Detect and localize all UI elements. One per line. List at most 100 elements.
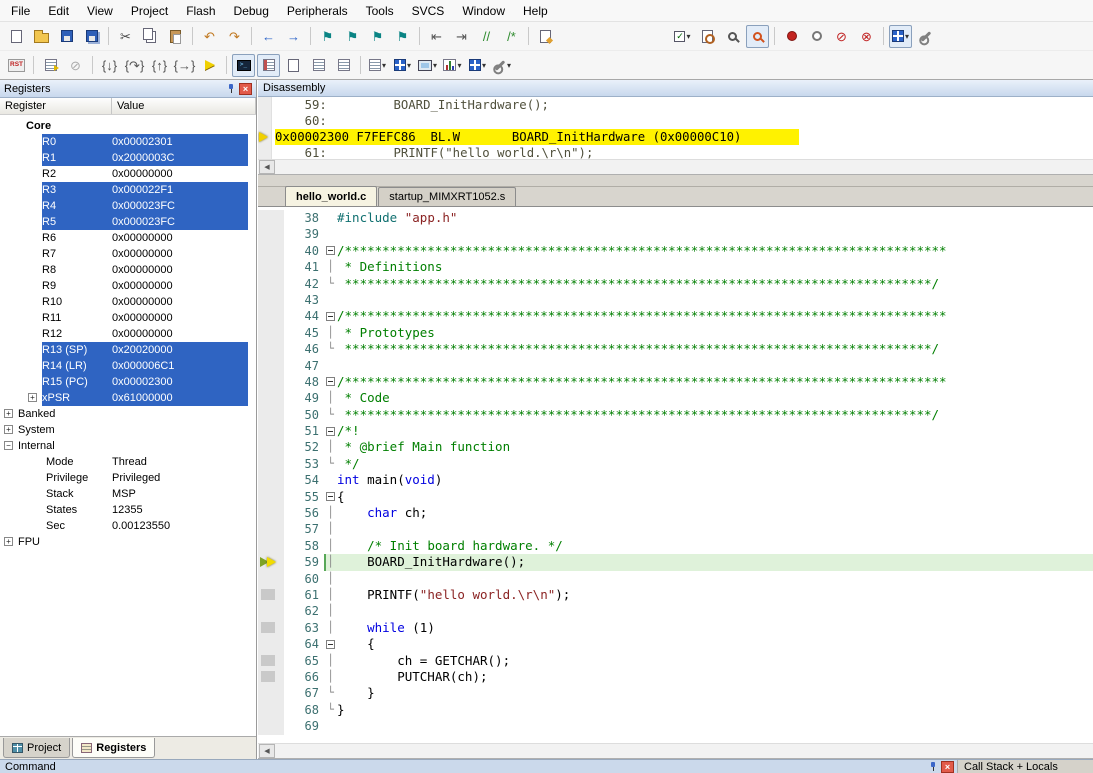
register-row-r14-lr[interactable]: R14 (LR)0x000006C1 [0,358,256,374]
register-row-xpsr[interactable]: +xPSR0x61000000 [0,390,256,406]
fold-collapse-icon[interactable] [324,243,337,259]
run-to-cursor-button[interactable]: {→} [173,54,196,77]
register-row-states[interactable]: States12355 [0,502,256,518]
menu-item-debug[interactable]: Debug [225,1,278,21]
editor-margin[interactable] [258,341,284,357]
editor-margin[interactable] [258,554,284,570]
code-line-68[interactable]: 68└} [258,702,1093,718]
register-row-r9[interactable]: R90x00000000 [0,278,256,294]
expander-icon[interactable]: + [4,537,13,546]
disassembly-line[interactable]: 0x00002300 F7FEFC86 BL.W BOARD_InitHardw… [258,129,1093,145]
editor-margin[interactable] [258,439,284,455]
editor-margin[interactable] [258,571,284,587]
code-line-44[interactable]: 44/*************************************… [258,308,1093,324]
step-out-button[interactable]: {↑} [148,54,171,77]
editor-margin[interactable] [258,358,284,374]
expander-icon[interactable]: + [4,409,13,418]
editor-margin[interactable] [258,685,284,701]
comment-selection-button[interactable]: // [475,25,498,48]
register-row-r1[interactable]: R10x2000003C [0,150,256,166]
code-line-47[interactable]: 47 [258,358,1093,374]
editor-hscrollbar[interactable] [258,743,1093,759]
register-row-mode[interactable]: ModeThread [0,454,256,470]
code-line-38[interactable]: 38#include "app.h" [258,210,1093,226]
code-line-60[interactable]: 60│ [258,571,1093,587]
code-editor[interactable]: 38#include "app.h"3940/*****************… [258,207,1093,743]
indent-left-button[interactable]: ⇤ [425,25,448,48]
scroll-left-icon[interactable] [259,160,275,174]
editor-margin[interactable] [258,636,284,652]
menu-item-tools[interactable]: Tools [357,1,403,21]
new-file-button[interactable] [5,25,28,48]
options-checkbox-dropdown[interactable]: ▾ [671,25,694,48]
reset-button[interactable]: RST [5,54,28,77]
register-row-r8[interactable]: R80x00000000 [0,262,256,278]
tab-registers[interactable]: Registers [72,738,155,758]
code-line-53[interactable]: 53└ */ [258,456,1093,472]
register-row-sec[interactable]: Sec0.00123550 [0,518,256,534]
navigate-forward-button[interactable]: → [282,25,305,48]
expander-icon[interactable]: + [4,425,13,434]
column-header-register[interactable]: Register [0,98,112,114]
code-line-55[interactable]: 55{ [258,489,1093,505]
step-into-button[interactable]: {↓} [98,54,121,77]
code-line-40[interactable]: 40/*************************************… [258,243,1093,259]
expander-icon[interactable]: + [28,393,37,402]
memory-windows-dropdown[interactable]: ▾ [391,54,414,77]
register-row-fpu[interactable]: +FPU [0,534,256,550]
editor-margin[interactable] [258,407,284,423]
editor-margin[interactable] [258,292,284,308]
code-line-67[interactable]: 67└ } [258,685,1093,701]
menu-item-help[interactable]: Help [514,1,557,21]
fold-collapse-icon[interactable] [324,374,337,390]
close-icon[interactable] [239,83,252,95]
editor-margin[interactable] [258,538,284,554]
disassembly-content[interactable]: 59: BOARD_InitHardware(); 60: 0x00002300… [258,97,1093,159]
editor-margin[interactable] [258,210,284,226]
bookmark-clear-all-button[interactable]: ⚑ [391,25,414,48]
editor-margin[interactable] [258,620,284,636]
disassembly-line[interactable]: 59: BOARD_InitHardware(); [258,97,1093,113]
register-row-internal[interactable]: −Internal [0,438,256,454]
register-row-core[interactable]: Core [0,118,256,134]
code-line-61[interactable]: 61│ PRINTF("hello world.\r\n"); [258,587,1093,603]
code-line-63[interactable]: 63│ while (1) [258,620,1093,636]
code-line-48[interactable]: 48/*************************************… [258,374,1093,390]
registers-window-button[interactable] [307,54,330,77]
kill-all-breakpoints-button[interactable]: ⊗ [855,25,878,48]
disassembly-hscrollbar[interactable] [258,159,1093,175]
register-row-stack[interactable]: StackMSP [0,486,256,502]
editor-margin[interactable] [258,505,284,521]
bookmark-previous-button[interactable]: ⚑ [341,25,364,48]
fold-collapse-icon[interactable] [324,308,337,324]
disassembly-window-button[interactable] [257,54,280,77]
uncomment-selection-button[interactable]: /* [500,25,523,48]
find-button[interactable] [721,25,744,48]
code-line-64[interactable]: 64 { [258,636,1093,652]
configuration-button[interactable] [914,25,937,48]
copy-button[interactable] [139,25,162,48]
register-row-r13-sp[interactable]: R13 (SP)0x20020000 [0,342,256,358]
window-views-dropdown[interactable]: ▾ [889,25,912,48]
editor-tab-hello-world-c[interactable]: hello_world.c [285,186,377,206]
fold-collapse-icon[interactable] [324,489,337,505]
code-line-41[interactable]: 41│ * Definitions [258,259,1093,275]
register-row-r10[interactable]: R100x00000000 [0,294,256,310]
register-row-privilege[interactable]: PrivilegePrivileged [0,470,256,486]
symbols-window-button[interactable] [282,54,305,77]
panel-splitter[interactable] [258,175,1093,187]
close-icon[interactable] [941,761,954,773]
disassembly-line[interactable]: 60: [258,113,1093,129]
call-stack-window-button[interactable] [332,54,355,77]
insert-breakpoint-button[interactable] [780,25,803,48]
code-line-46[interactable]: 46└ ************************************… [258,341,1093,357]
register-row-banked[interactable]: +Banked [0,406,256,422]
toolbox-dropdown[interactable]: ▾ [491,54,514,77]
code-line-51[interactable]: 51/*! [258,423,1093,439]
editor-margin[interactable] [258,390,284,406]
editor-margin[interactable] [258,308,284,324]
stop-button[interactable]: ⊘ [64,54,87,77]
expander-icon[interactable]: − [4,441,13,450]
fold-collapse-icon[interactable] [324,636,337,652]
register-row-r11[interactable]: R110x00000000 [0,310,256,326]
